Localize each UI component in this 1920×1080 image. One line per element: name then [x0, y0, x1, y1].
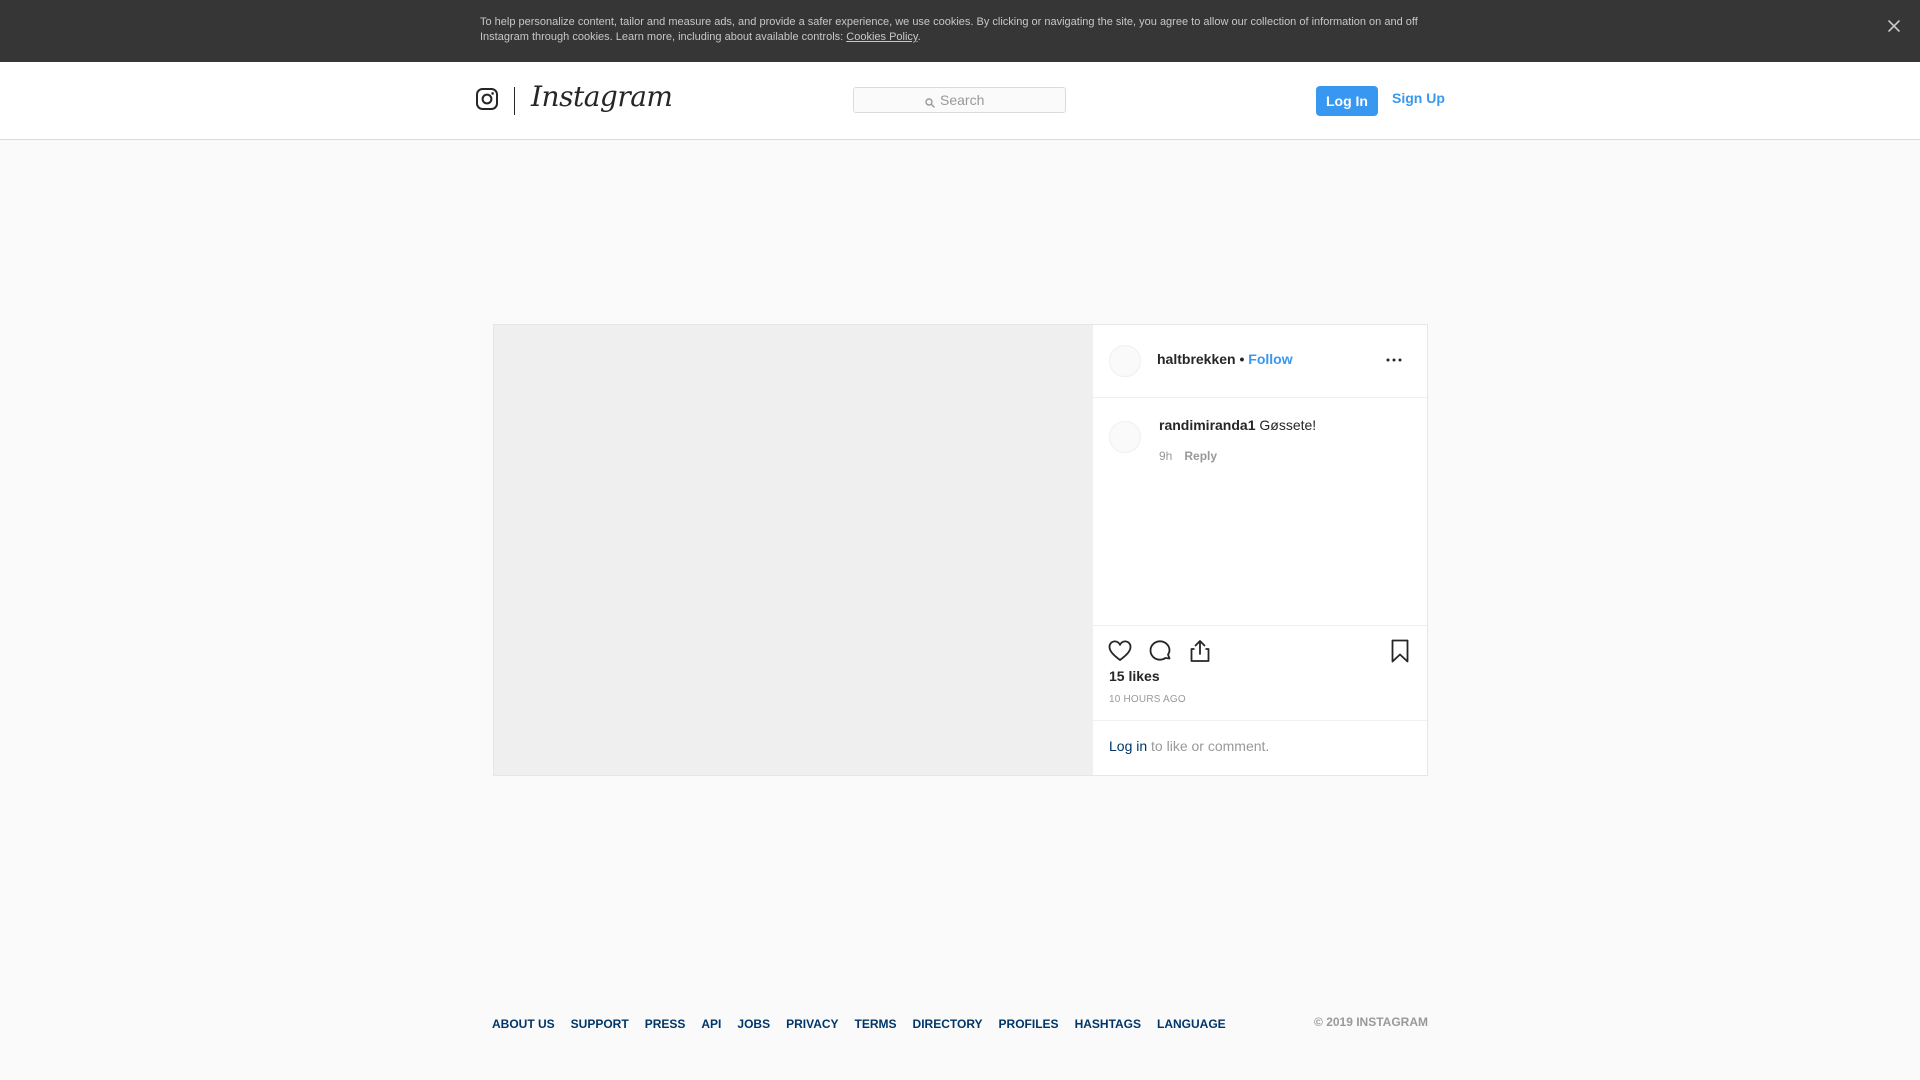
reply-button[interactable]: Reply [1184, 449, 1217, 463]
comment-body: Gøssete! [1259, 417, 1317, 433]
owner-separator: • [1239, 351, 1245, 367]
footer-link-directory[interactable]: DIRECTORY [913, 1017, 983, 1031]
footer-link-terms[interactable]: TERMS [855, 1017, 897, 1031]
post-timestamp: 10 HOURS AGO [1109, 694, 1186, 705]
heart-icon[interactable] [1107, 638, 1133, 664]
logo-divider [514, 87, 515, 115]
comment-icon[interactable] [1147, 638, 1173, 664]
footer: ABOUT US SUPPORT PRESS API JOBS PRIVACY TERMS D… [492, 1015, 1428, 1035]
top-navigation-bar: Instagram Log In Sign Up [0, 62, 1920, 140]
footer-link-jobs[interactable]: JOBS [737, 1017, 770, 1031]
footer-link-privacy[interactable]: PRIVACY [786, 1017, 838, 1031]
follow-button[interactable]: Follow [1248, 351, 1292, 367]
cookie-banner-text: To help personalize content, tailor and … [480, 15, 1440, 45]
comment-text: randimiranda1 Gøssete! [1159, 417, 1316, 433]
login-prompt-rest: to like or comment. [1147, 738, 1270, 754]
footer-link-hashtags[interactable]: HASHTAGS [1075, 1017, 1141, 1031]
search-box[interactable] [853, 87, 1066, 113]
cookies-policy-link[interactable]: Cookies Policy [846, 31, 917, 43]
share-icon[interactable] [1187, 638, 1213, 664]
footer-link-language[interactable]: LANGUAGE [1157, 1017, 1226, 1031]
post-header: haltbrekken • Follow [1093, 325, 1427, 398]
log-in-link[interactable]: Log in [1109, 738, 1147, 754]
post-card: haltbrekken • Follow randimiranda1 Gøsse… [493, 324, 1428, 776]
cookie-banner-message: To help personalize content, tailor and … [480, 16, 1418, 43]
login-prompt: Log in to like or comment. [1093, 720, 1427, 776]
login-prompt-text: Log in to like or comment. [1109, 738, 1269, 754]
post-sidebar: haltbrekken • Follow randimiranda1 Gøsse… [1093, 325, 1427, 775]
comment-time: 9h [1159, 449, 1173, 463]
cookie-banner: To help personalize content, tailor and … [0, 0, 1920, 62]
owner-avatar[interactable] [1109, 345, 1141, 377]
comment-meta: 9h Reply [1159, 449, 1217, 463]
sign-up-link[interactable]: Sign Up [1392, 90, 1445, 106]
search-input[interactable] [940, 90, 1060, 110]
bookmark-icon[interactable] [1387, 638, 1413, 664]
owner-line: haltbrekken • Follow [1157, 351, 1293, 367]
instagram-glyph-icon[interactable] [475, 87, 499, 111]
comment-username[interactable]: randimiranda1 [1159, 417, 1255, 433]
copyright: © 2019 INSTAGRAM [1314, 1015, 1428, 1029]
close-icon[interactable] [1884, 16, 1904, 36]
commenter-avatar[interactable] [1109, 421, 1141, 453]
footer-link-about-us[interactable]: ABOUT US [492, 1017, 555, 1031]
footer-link-profiles[interactable]: PROFILES [999, 1017, 1059, 1031]
likes-count[interactable]: 15 likes [1109, 668, 1160, 684]
instagram-wordmark[interactable]: Instagram [531, 80, 673, 113]
footer-link-press[interactable]: PRESS [645, 1017, 686, 1031]
footer-link-api[interactable]: API [701, 1017, 721, 1031]
post-media-placeholder[interactable] [494, 325, 1093, 775]
post-actions: 15 likes 10 HOURS AGO Log in to like or … [1093, 625, 1427, 776]
search-icon [925, 95, 935, 108]
owner-username[interactable]: haltbrekken [1157, 351, 1236, 367]
footer-link-support[interactable]: SUPPORT [571, 1017, 629, 1031]
footer-links: ABOUT US SUPPORT PRESS API JOBS PRIVACY TERMS D… [492, 1015, 1242, 1033]
log-in-button[interactable]: Log In [1316, 86, 1378, 116]
more-options-icon[interactable] [1385, 351, 1403, 369]
cookie-banner-period: . [917, 31, 921, 43]
